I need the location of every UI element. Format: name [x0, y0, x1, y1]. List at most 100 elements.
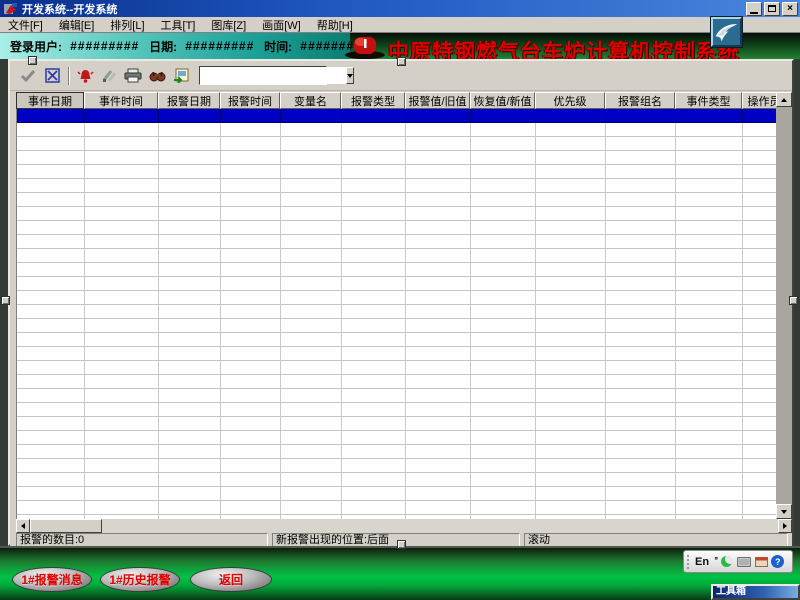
date-value: #########	[185, 39, 254, 53]
column-header-10[interactable]: 报警组名	[605, 92, 675, 109]
table-cell	[471, 487, 536, 501]
close-button[interactable]: ×	[782, 2, 798, 16]
table-row[interactable]	[17, 305, 776, 319]
resize-handle-top-left[interactable]	[28, 56, 37, 65]
combobox-dropdown-button[interactable]	[346, 67, 354, 84]
table-cell	[606, 375, 676, 389]
toolbox-window[interactable]: 工具箱	[711, 584, 800, 600]
table-row[interactable]	[17, 319, 776, 333]
table-cell	[676, 221, 743, 235]
table-row[interactable]	[17, 431, 776, 445]
printer-button[interactable]	[123, 66, 143, 85]
table-row[interactable]	[17, 277, 776, 291]
menu-item-4[interactable]: 工具[T]	[153, 16, 204, 34]
table-row[interactable]	[17, 417, 776, 431]
table-row[interactable]	[17, 473, 776, 487]
table-cell	[406, 361, 471, 375]
window-titlebar[interactable]: 开发系统--开发系统 ×	[0, 0, 800, 17]
table-row[interactable]	[17, 333, 776, 347]
table-row[interactable]	[17, 291, 776, 305]
column-header-12[interactable]: 操作员	[742, 92, 776, 109]
soft-keyboard-icon[interactable]	[755, 557, 768, 567]
toolbox-window-titlebar[interactable]: 工具箱	[713, 586, 798, 598]
ime-language-bar[interactable]: En ’’ ?	[683, 550, 793, 573]
alarm-filter-combobox[interactable]	[199, 66, 327, 85]
column-header-2[interactable]: 事件时间	[84, 92, 158, 109]
table-row[interactable]	[17, 137, 776, 151]
resize-handle-bottom-middle[interactable]	[397, 540, 406, 549]
table-row[interactable]	[17, 459, 776, 473]
table-cell	[743, 235, 776, 249]
table-row[interactable]	[17, 235, 776, 249]
resize-handle-right-middle[interactable]	[789, 296, 798, 305]
alarm-bell-button[interactable]	[75, 66, 95, 85]
column-header-8[interactable]: 恢复值/新值	[470, 92, 535, 109]
table-row[interactable]	[17, 193, 776, 207]
horizontal-scrollbar[interactable]	[16, 519, 792, 533]
menu-item-2[interactable]: 编辑[E]	[51, 16, 102, 34]
column-header-1[interactable]: 事件日期	[16, 92, 84, 109]
footer-button-3[interactable]: 返回	[190, 567, 272, 592]
table-cell	[743, 445, 776, 459]
menu-item-3[interactable]: 排列[L]	[102, 16, 152, 34]
resize-handle-left-middle[interactable]	[1, 296, 10, 305]
resize-handle-top-middle[interactable]	[397, 57, 406, 66]
export-image-button[interactable]	[171, 66, 191, 85]
table-row[interactable]	[17, 347, 776, 361]
ime-punctuation-button[interactable]: ’’	[714, 556, 717, 567]
table-row[interactable]	[17, 249, 776, 263]
table-row[interactable]	[17, 165, 776, 179]
table-row[interactable]	[17, 403, 776, 417]
column-header-9[interactable]: 优先级	[535, 92, 605, 109]
table-row[interactable]	[17, 487, 776, 501]
minimize-button[interactable]	[746, 2, 762, 16]
ime-language-button[interactable]: En	[695, 556, 709, 568]
find-binoculars-button[interactable]	[147, 66, 167, 85]
column-header-6[interactable]: 报警类型	[341, 92, 405, 109]
table-row[interactable]	[17, 179, 776, 193]
table-row[interactable]	[17, 151, 776, 165]
column-header-7[interactable]: 报警值/旧值	[405, 92, 470, 109]
table-row[interactable]	[17, 207, 776, 221]
horizontal-scroll-thumb[interactable]	[30, 519, 102, 533]
scroll-right-button[interactable]	[778, 519, 792, 533]
ime-help-button[interactable]: ?	[771, 555, 784, 568]
table-cell	[676, 207, 743, 221]
table-cell	[221, 123, 281, 137]
table-row[interactable]	[17, 389, 776, 403]
menu-item-6[interactable]: 画面[W]	[254, 16, 309, 34]
table-cell	[159, 473, 221, 487]
footer-button-1[interactable]: 1#报警消息	[12, 567, 92, 592]
table-row[interactable]	[17, 445, 776, 459]
selected-alarm-row[interactable]	[17, 109, 776, 123]
scroll-left-button[interactable]	[16, 519, 30, 533]
table-row[interactable]	[17, 375, 776, 389]
column-header-11[interactable]: 事件类型	[675, 92, 742, 109]
table-row[interactable]	[17, 123, 776, 137]
brush-button[interactable]	[99, 66, 119, 85]
keyboard-icon[interactable]	[737, 557, 751, 567]
menu-item-7[interactable]: 帮助[H]	[309, 16, 361, 34]
restore-button[interactable]	[764, 2, 780, 16]
scroll-up-button[interactable]	[776, 92, 792, 107]
confirm-check-button[interactable]	[18, 66, 38, 85]
ime-fullwidth-moon-icon[interactable]	[721, 556, 732, 567]
column-header-4[interactable]: 报警时间	[220, 92, 280, 109]
column-header-3[interactable]: 报警日期	[158, 92, 220, 109]
ime-grip-handle[interactable]	[687, 555, 691, 569]
delete-box-button[interactable]	[42, 66, 62, 85]
table-cell	[281, 445, 342, 459]
table-row[interactable]	[17, 221, 776, 235]
footer-button-2[interactable]: 1#历史报警	[100, 567, 180, 592]
menu-item-5[interactable]: 图库[Z]	[203, 16, 254, 34]
table-row[interactable]	[17, 501, 776, 515]
scroll-down-button[interactable]	[776, 504, 792, 519]
column-header-5[interactable]: 变量名	[280, 92, 341, 109]
table-row[interactable]	[17, 361, 776, 375]
table-row[interactable]	[17, 263, 776, 277]
table-cell	[17, 109, 85, 123]
combobox-input[interactable]	[200, 67, 346, 84]
menu-item-1[interactable]: 文件[F]	[0, 16, 51, 34]
vertical-scrollbar[interactable]	[776, 92, 792, 519]
table-cell	[281, 165, 342, 179]
